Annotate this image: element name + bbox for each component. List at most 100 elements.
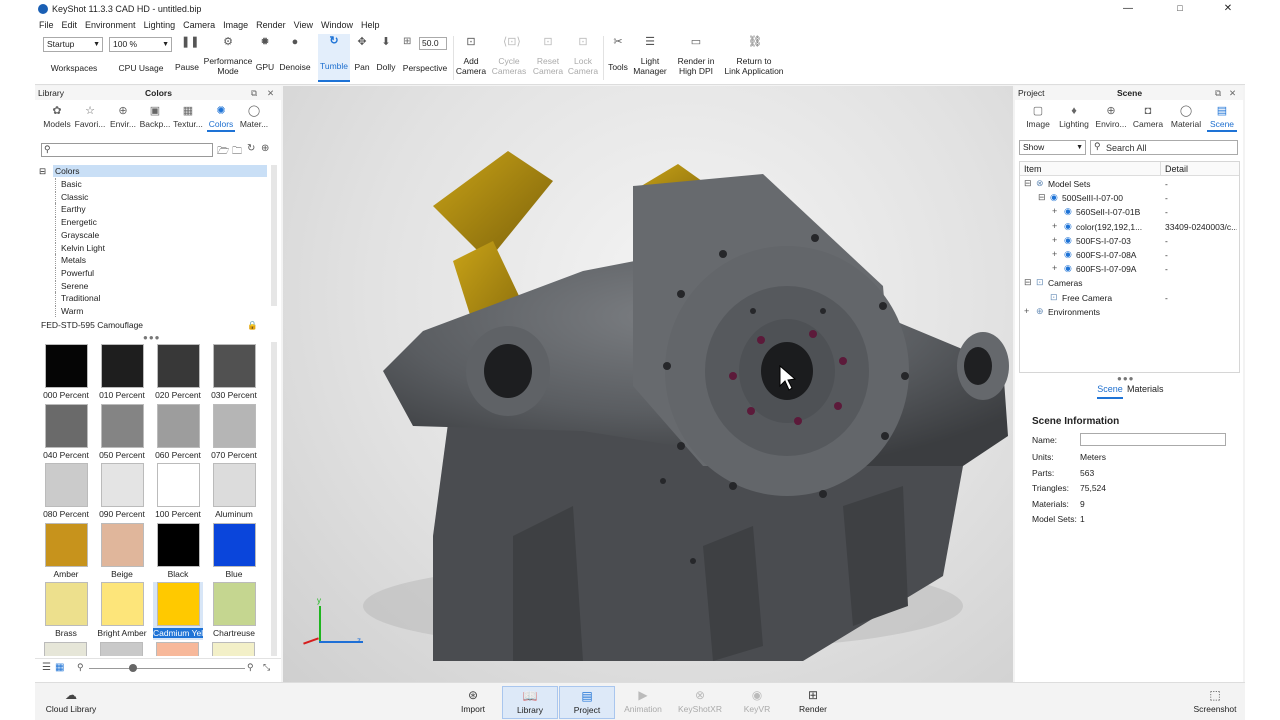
tree-collapse-icon[interactable]: ⊟ <box>39 165 46 177</box>
scene-tree-item[interactable]: Free Camera <box>1062 293 1112 303</box>
minimize-button[interactable]: — <box>1115 0 1141 17</box>
tab-scene[interactable]: ▤ Scene <box>1205 104 1239 132</box>
render-high-dpi-button[interactable]: ▭ Render in High DPI <box>675 35 717 76</box>
color-swatch[interactable]: 060 Percent <box>153 403 203 462</box>
tab-material[interactable]: ◯ Material <box>1167 104 1205 129</box>
subtab-materials[interactable]: Materials <box>1127 384 1164 394</box>
keyshotxr-button[interactable]: ⊗ KeyShotXR <box>672 686 728 719</box>
color-swatch[interactable]: Beige <box>97 522 147 581</box>
color-swatch[interactable]: 090 Percent <box>97 463 147 521</box>
menu-render[interactable]: Render <box>256 20 286 30</box>
resize-grip-icon[interactable]: ⤡ <box>263 662 270 673</box>
tree-item[interactable]: Traditional <box>61 292 100 304</box>
menu-file[interactable]: File <box>39 20 54 30</box>
menu-image[interactable]: Image <box>223 20 248 30</box>
undock-icon[interactable]: ⧉ <box>251 86 257 100</box>
menu-environment[interactable]: Environment <box>85 20 136 30</box>
performance-mode-button[interactable]: ⚙ Performance Mode <box>203 35 253 76</box>
pan-button[interactable]: ✥ Pan <box>352 35 372 72</box>
scene-tree-item[interactable]: 560SelI-I-07-01B <box>1076 207 1140 217</box>
color-swatch[interactable]: Black <box>153 522 203 581</box>
expand-icon[interactable]: + <box>1024 306 1029 316</box>
slider-handle[interactable] <box>129 664 137 672</box>
tree-item[interactable]: Powerful <box>61 267 94 279</box>
collapse-icon[interactable]: ⊟ <box>1024 178 1032 189</box>
keyvr-button[interactable]: ◉ KeyVR <box>729 686 785 719</box>
scene-tree-item[interactable]: 500SelII-I-07-00 <box>1062 193 1123 203</box>
library-toggle-button[interactable]: 📖 Library <box>502 686 558 719</box>
light-manager-button[interactable]: ☰ Light Manager <box>632 35 668 76</box>
cycle-cameras-button[interactable]: ⟨⊡⟩ Cycle Cameras <box>491 35 527 76</box>
tab-environments[interactable]: ⊕ Envir... <box>107 104 139 129</box>
color-swatch[interactable]: 010 Percent <box>97 344 147 402</box>
menu-camera[interactable]: Camera <box>183 20 215 30</box>
menu-help[interactable]: Help <box>361 20 380 30</box>
dolly-button[interactable]: ⬇ Dolly <box>373 35 399 72</box>
tree-item[interactable]: Kelvin Light <box>61 242 105 254</box>
tree-item[interactable]: Grayscale <box>61 229 99 241</box>
expand-icon[interactable]: + <box>1052 206 1057 216</box>
menu-lighting[interactable]: Lighting <box>144 20 176 30</box>
zoom-out-icon[interactable]: ⚲ <box>77 662 84 673</box>
project-toggle-button[interactable]: ▤ Project <box>559 686 615 719</box>
thumbnail-size-slider[interactable] <box>89 668 245 669</box>
cpu-select[interactable]: 100 % ▼ <box>109 37 172 52</box>
tools-button[interactable]: ✂ Tools <box>606 35 630 72</box>
menu-view[interactable]: View <box>294 20 313 30</box>
pause-button[interactable]: ❚❚ Pause <box>174 35 200 72</box>
eye-icon[interactable]: ◉ <box>1064 263 1072 274</box>
tree-item[interactable]: Basic <box>61 178 82 190</box>
list-view-icon[interactable]: ☰ <box>42 662 51 673</box>
eye-icon[interactable]: ◉ <box>1064 249 1072 260</box>
lock-camera-button[interactable]: ⊡ Lock Camera <box>567 35 599 76</box>
collapse-icon[interactable]: ⊟ <box>1024 277 1032 288</box>
zoom-in-icon[interactable]: ⚲ <box>247 662 254 673</box>
folder-open-icon[interactable]: 🗁 <box>217 144 229 161</box>
scene-tree-item[interactable]: color(192,192,1... <box>1076 222 1142 232</box>
perspective-input[interactable]: 50.0 <box>419 37 447 50</box>
return-link-button[interactable]: ⛓ Return to Link Application <box>721 35 787 76</box>
expand-icon[interactable]: + <box>1052 221 1057 231</box>
expand-icon[interactable]: + <box>1052 249 1057 259</box>
crosshair-icon[interactable]: ⊕ <box>261 143 269 154</box>
color-swatch[interactable]: 100 Percent <box>153 463 203 521</box>
tab-camera[interactable]: ◘ Camera <box>1129 104 1167 129</box>
swatch-scrollbar[interactable] <box>271 342 277 656</box>
color-swatch[interactable]: 050 Percent <box>97 403 147 462</box>
color-swatch[interactable]: Bright Amber <box>97 582 147 640</box>
grid-view-icon[interactable]: ▦ <box>55 662 64 673</box>
tree-item[interactable]: Energetic <box>61 216 97 228</box>
tab-image[interactable]: ▢ Image <box>1021 104 1055 129</box>
reset-camera-button[interactable]: ⊡ Reset Camera <box>531 35 565 76</box>
tree-item-colors[interactable]: Colors <box>53 165 267 177</box>
color-swatch[interactable]: 070 Percent <box>209 403 259 462</box>
color-swatch[interactable] <box>44 642 87 656</box>
maximize-button[interactable]: □ <box>1167 0 1193 17</box>
scene-name-input[interactable] <box>1080 433 1226 446</box>
tree-item[interactable]: Classic <box>61 191 88 203</box>
tree-item[interactable]: Metals <box>61 254 86 266</box>
tab-models[interactable]: ✿ Models <box>41 104 73 129</box>
eye-icon[interactable]: ◉ <box>1064 206 1072 217</box>
denoise-button[interactable]: ● Denoise <box>277 35 313 72</box>
gpu-button[interactable]: ✹ GPU <box>255 35 275 72</box>
menu-edit[interactable]: Edit <box>62 20 78 30</box>
close-panel-icon[interactable]: ✕ <box>267 86 274 100</box>
color-swatch[interactable]: Amber <box>41 522 91 581</box>
scene-search-input[interactable]: ⚲ Search All <box>1090 140 1238 155</box>
tree-scrollbar[interactable] <box>271 165 277 306</box>
eye-icon[interactable]: ◉ <box>1050 192 1058 203</box>
close-button[interactable]: ✕ <box>1215 0 1241 17</box>
tree-item[interactable]: Serene <box>61 280 88 292</box>
library-search-input[interactable]: ⚲ <box>41 143 213 157</box>
folder-add-icon[interactable]: 🗀 <box>232 144 242 161</box>
tree-item[interactable]: Earthy <box>61 203 86 215</box>
collapse-icon[interactable]: ⊟ <box>1038 192 1046 203</box>
scene-tree-item[interactable]: 500FS-I-07-03 <box>1076 236 1131 246</box>
tumble-button[interactable]: ↻ Tumble <box>318 34 350 82</box>
perspective-control[interactable]: ⊞ 50.0 Perspective <box>401 35 449 74</box>
color-swatch[interactable]: 040 Percent <box>41 403 91 462</box>
splitter-handle-icon[interactable]: ●●● <box>1117 374 1135 383</box>
workspace-select[interactable]: Startup ▼ <box>43 37 103 52</box>
color-swatch[interactable]: 030 Percent <box>209 344 259 402</box>
